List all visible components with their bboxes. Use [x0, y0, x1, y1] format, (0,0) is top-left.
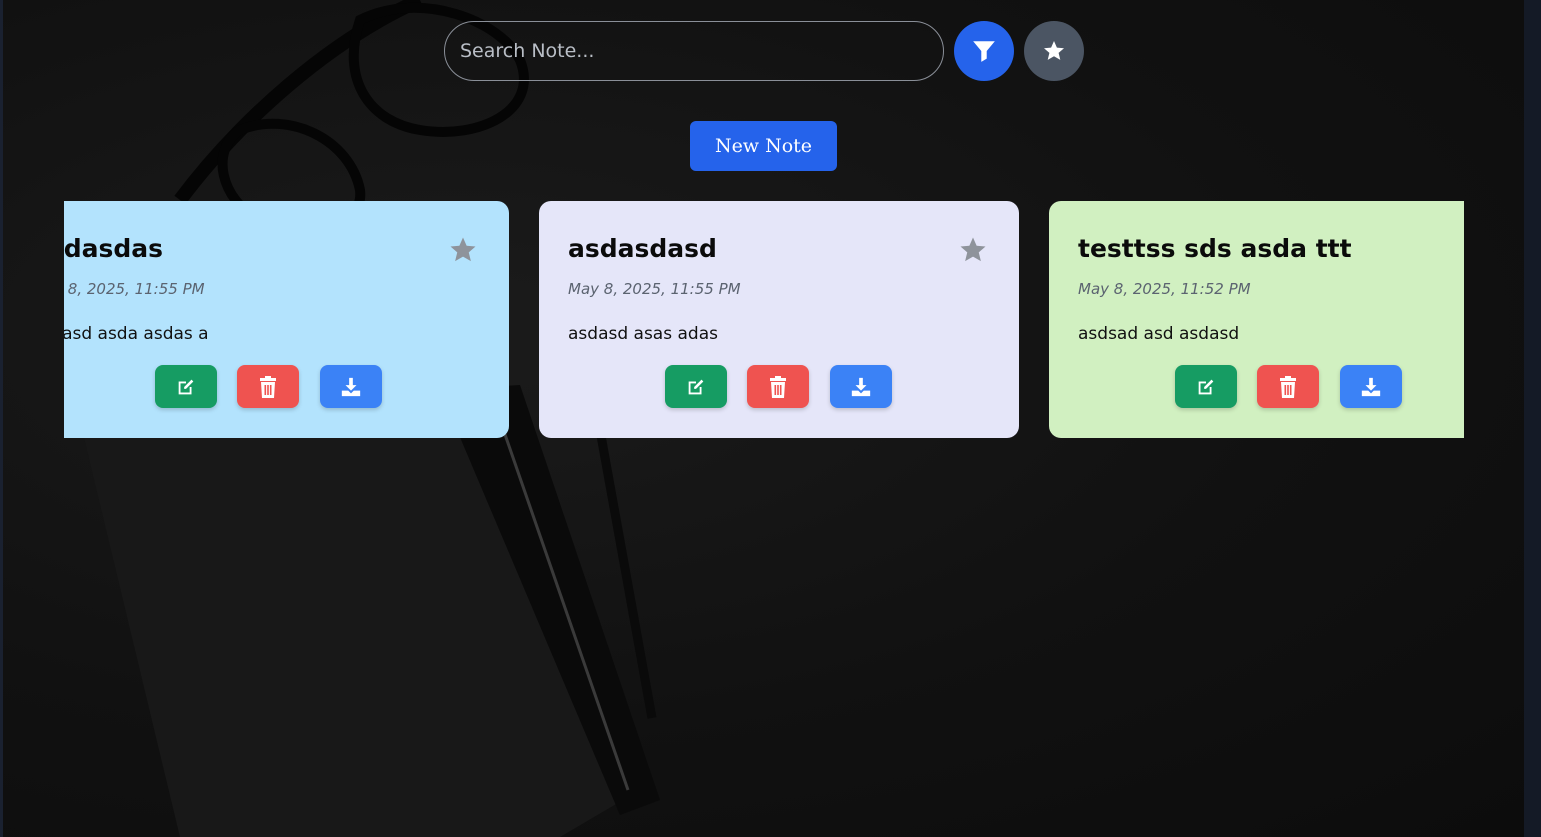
filter-button[interactable] [954, 21, 1014, 81]
new-note-button[interactable]: New Note [690, 121, 837, 171]
note-date: May 8, 2025, 11:52 PM [1078, 280, 1251, 298]
delete-note-button[interactable] [1257, 365, 1319, 408]
note-actions [665, 365, 893, 408]
download-note-button[interactable] [320, 365, 382, 408]
delete-note-button[interactable] [747, 365, 809, 408]
download-icon [341, 377, 361, 396]
note-card: asdasdasd May 8, 2025, 11:55 PM asdasd a… [539, 201, 1019, 438]
edit-note-button[interactable] [155, 365, 217, 408]
trash-icon [770, 375, 786, 398]
note-content: asdsad asd asdasd [1078, 324, 1240, 344]
note-date: May 8, 2025, 11:55 PM [64, 280, 205, 298]
edit-note-button[interactable] [1175, 365, 1237, 408]
download-note-button[interactable] [830, 365, 892, 408]
favorite-star-icon[interactable] [448, 235, 478, 265]
note-card: asdasdas May 8, 2025, 11:55 PM asdasd as… [64, 201, 509, 438]
edit-note-button[interactable] [665, 365, 727, 408]
search-input[interactable] [444, 21, 944, 81]
favorites-filter-button[interactable] [1024, 21, 1084, 81]
delete-note-button[interactable] [237, 365, 299, 408]
edit-icon [688, 379, 704, 394]
note-content: asdasd asas adas [568, 324, 718, 344]
download-note-button[interactable] [1340, 365, 1402, 408]
edit-icon [178, 379, 194, 394]
note-title: testtss sds asda ttt [1078, 234, 1352, 263]
note-content: asdasd asda asdas a [64, 324, 209, 344]
download-icon [851, 377, 871, 396]
trash-icon [260, 375, 276, 398]
note-title: asdasdasd [568, 234, 717, 263]
star-icon [1044, 41, 1064, 60]
filter-icon [973, 41, 995, 62]
note-actions [155, 365, 383, 408]
note-date: May 8, 2025, 11:55 PM [568, 280, 741, 298]
favorite-star-icon[interactable] [958, 235, 988, 265]
edit-icon [1198, 379, 1214, 394]
note-card: testtss sds asda ttt May 8, 2025, 11:52 … [1049, 201, 1464, 438]
trash-icon [1280, 375, 1296, 398]
note-actions [1175, 365, 1403, 408]
download-icon [1361, 377, 1381, 396]
note-title: asdasdas [64, 234, 164, 263]
